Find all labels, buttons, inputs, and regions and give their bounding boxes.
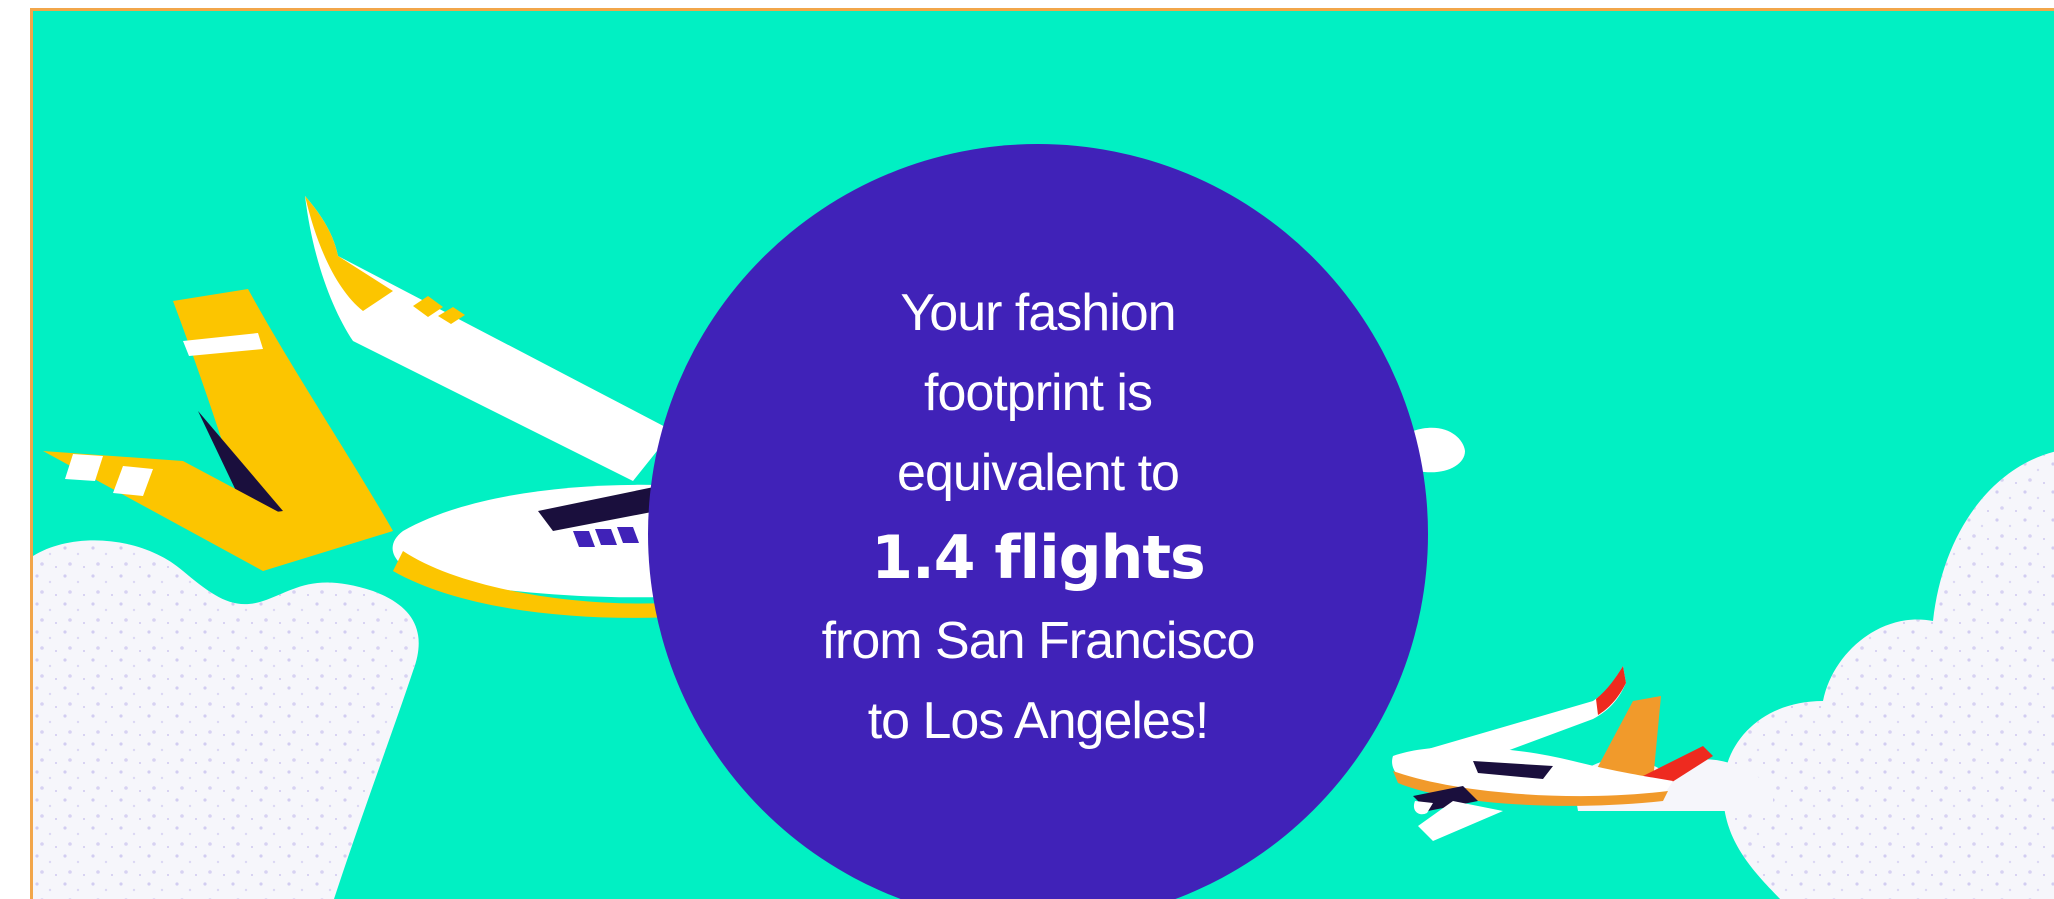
message-line-3: equivalent to [897,444,1180,502]
footprint-message: Your fashion footprint is equivalent to … [648,273,1428,761]
message-line-2: footprint is [924,364,1153,422]
message-line-5: to Los Angeles! [867,692,1210,750]
airplane-icon [1392,666,1713,841]
cloud-icon [1573,451,2054,899]
flights-count-highlight: 1.4 flights [871,523,1205,593]
result-scene: Your fashion footprint is equivalent to … [33,11,2054,899]
cloud-icon [33,540,419,899]
result-card-frame: Your fashion footprint is equivalent to … [30,8,2054,899]
message-line-1: Your fashion [900,284,1176,342]
message-line-4: from San Francisco [821,612,1256,670]
